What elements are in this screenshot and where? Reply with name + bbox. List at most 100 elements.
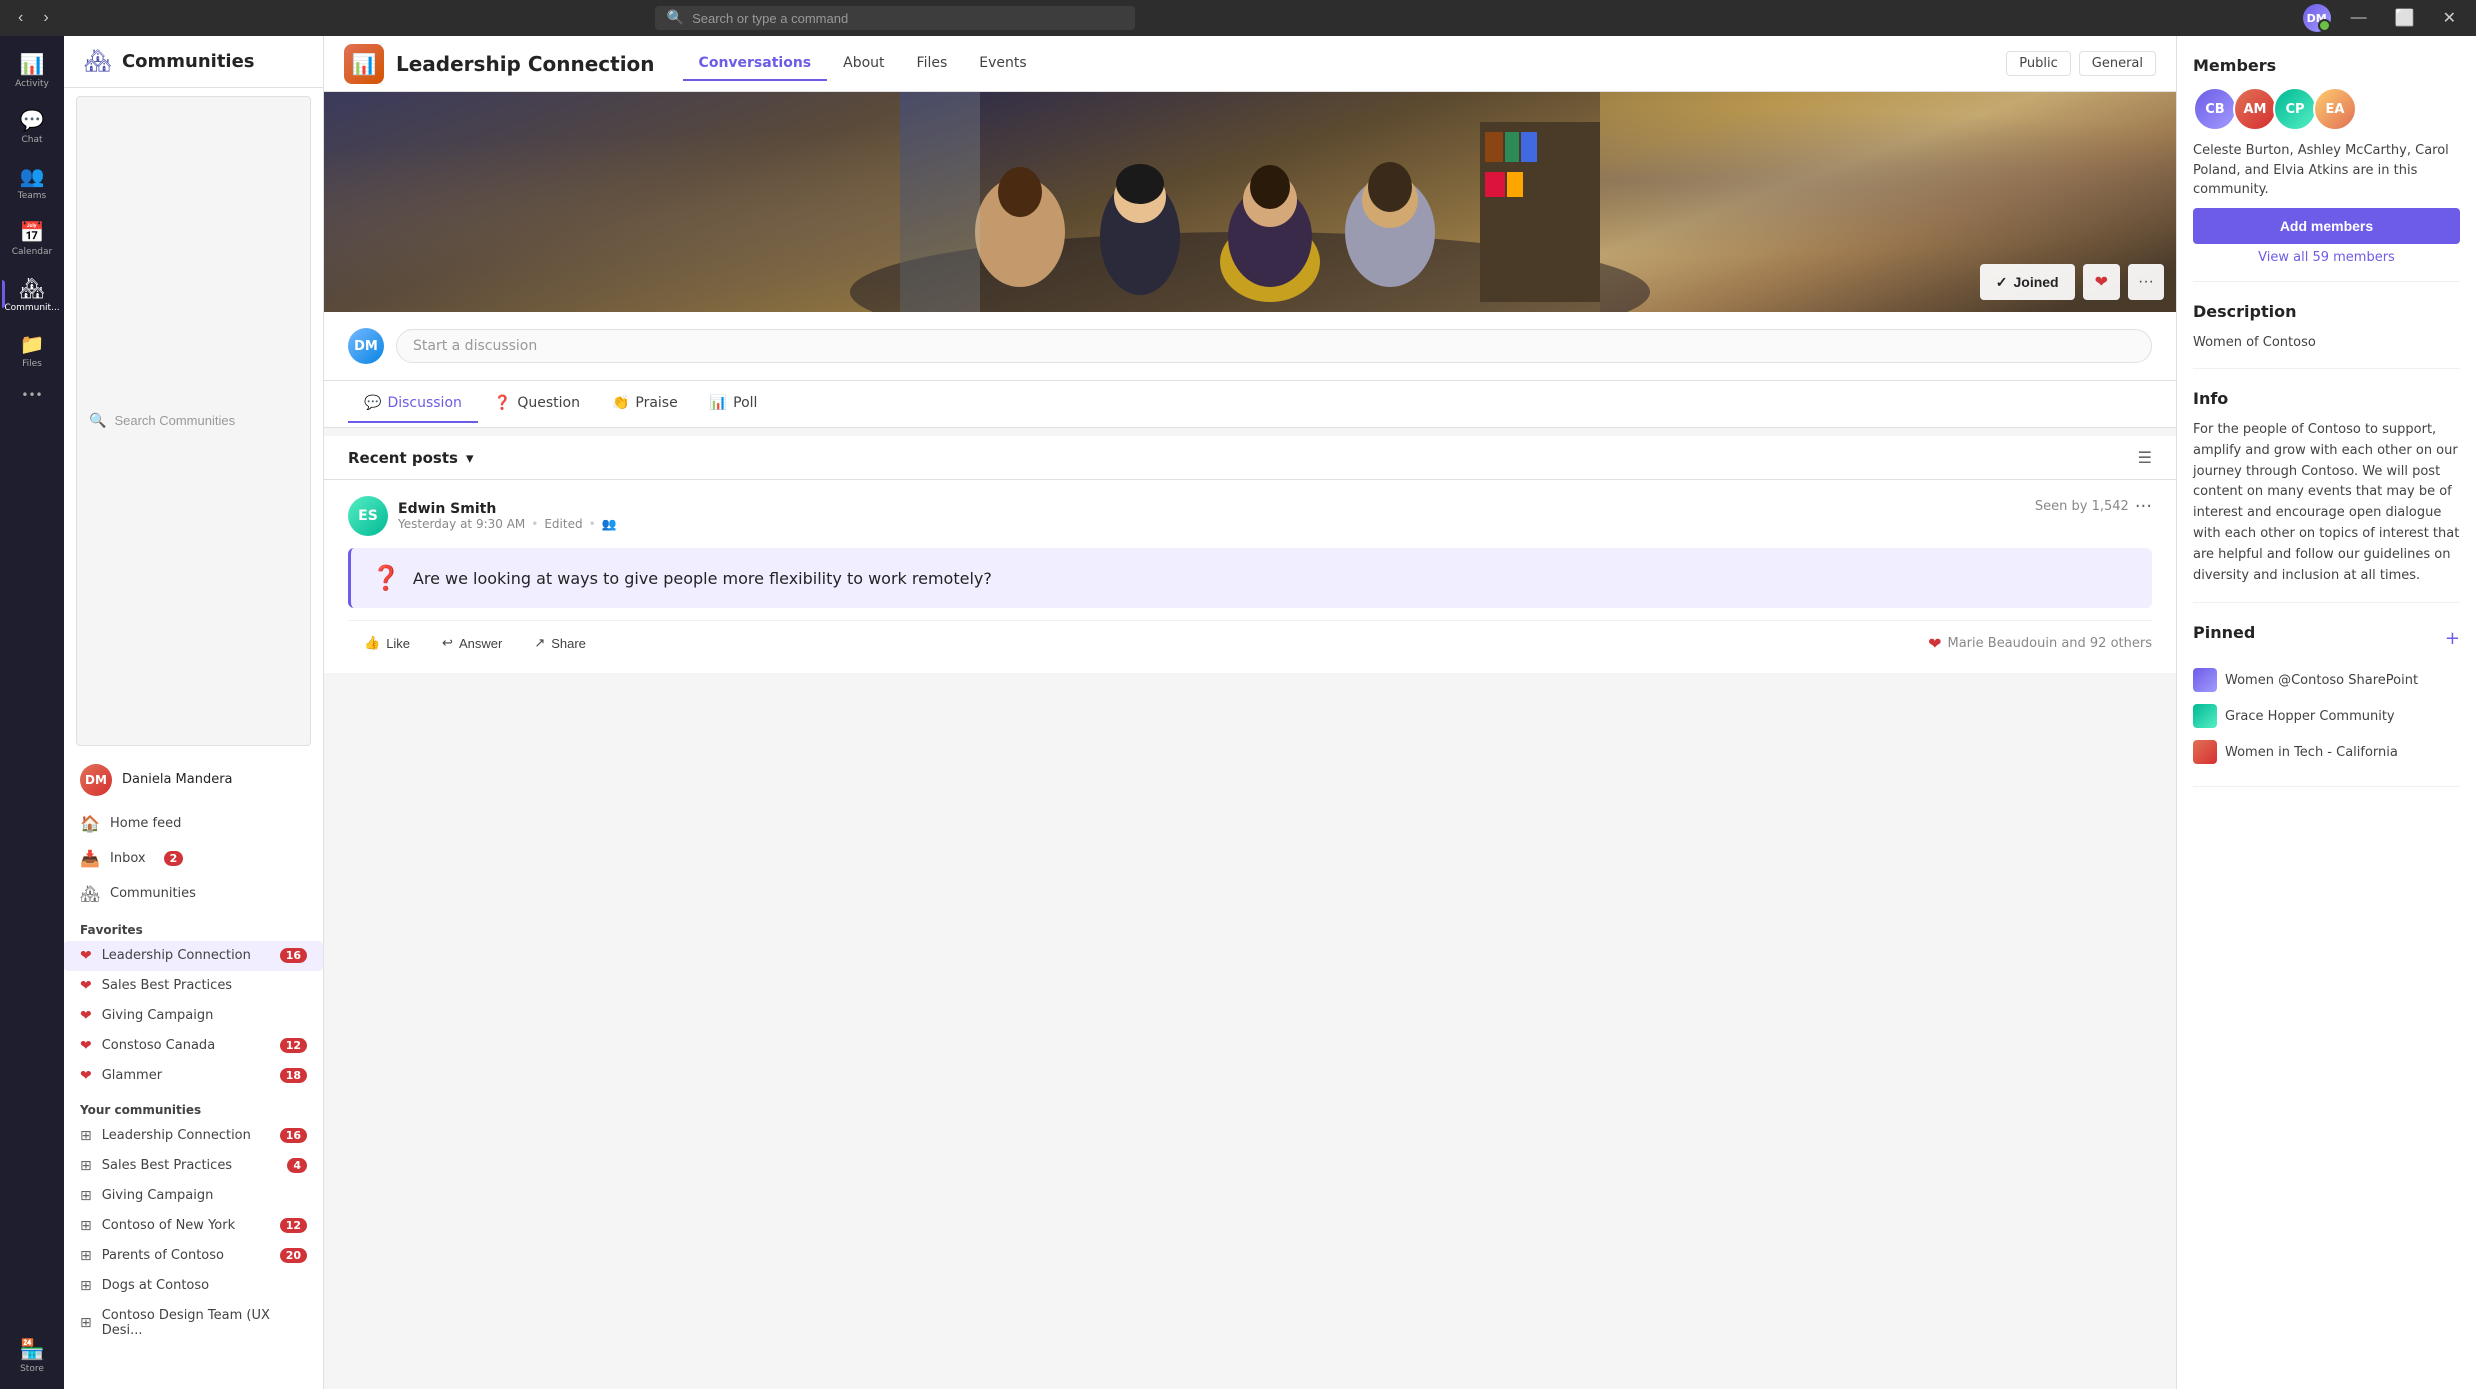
description-title: Description [2193,302,2460,321]
sidebar-favorite-constoso-canada[interactable]: ❤ Constoso Canada 12 [64,1031,323,1061]
answer-button[interactable]: ↩ Answer [426,629,518,657]
rail-item-calendar[interactable]: 📅 Calendar [6,212,58,264]
tab-events[interactable]: Events [963,47,1042,81]
community-grid-icon-6: ⊞ [80,1278,92,1294]
question-label: Question [517,395,580,411]
app-header: 🏘 Communities [64,36,323,88]
post-input-avatar: DM [348,328,384,364]
inbox-label: Inbox [110,851,146,866]
public-badge[interactable]: Public [2006,51,2070,76]
pinned-item-1[interactable]: Women @Contoso SharePoint [2193,662,2460,698]
sidebar-community-dogs[interactable]: ⊞ Dogs at Contoso [64,1271,323,1301]
tab-files[interactable]: Files [901,47,964,81]
joined-check-icon: ✓ [1996,274,2008,291]
sidebar-community-sales[interactable]: ⊞ Sales Best Practices 4 [64,1151,323,1181]
communities-nav-icon: 🏘 [80,884,100,903]
rail-item-chat[interactable]: 💬 Chat [6,100,58,152]
sidebar-favorite-giving-campaign[interactable]: ❤ Giving Campaign [64,1001,323,1031]
post-tab-poll[interactable]: 📊 Poll [694,385,774,423]
communities-search-input[interactable] [114,413,298,428]
post-input-area: DM Start a discussion [324,312,2176,381]
close-button[interactable]: ✕ [2435,6,2464,30]
fav-badge-1: 16 [280,948,307,963]
sidebar-nav-inbox[interactable]: 📥 Inbox 2 [64,841,323,876]
rail-item-files[interactable]: 📁 Files [6,324,58,376]
sidebar-favorite-leadership-connection[interactable]: ❤ Leadership Connection 16 [64,941,323,971]
separator-1: • [531,517,538,531]
rail-item-more[interactable]: ••• [13,380,50,410]
sidebar-community-leadership[interactable]: ⊞ Leadership Connection 16 [64,1121,323,1151]
sidebar-nav-home-feed[interactable]: 🏠 Home feed [64,806,323,841]
forward-button[interactable]: › [37,7,54,29]
right-sidebar: Members CB AM CP EA Celeste Burton, Ashl… [2176,36,2476,1389]
post-card: ES Edwin Smith Yesterday at 9:30 AM • Ed… [324,480,2176,673]
sidebar-nav-communities[interactable]: 🏘 Communities [64,876,323,911]
post-more-options-button[interactable]: ··· [2135,496,2152,517]
recent-posts-label: Recent posts [348,449,458,467]
rail-item-store[interactable]: 🏪 Store [6,1329,58,1381]
tab-about[interactable]: About [827,47,900,81]
tab-conversations[interactable]: Conversations [683,47,828,81]
recent-posts-dropdown[interactable]: Recent posts ▾ [348,449,473,467]
community-badge-2: 4 [287,1158,307,1173]
sidebar-favorite-glammer[interactable]: ❤ Glammer 18 [64,1061,323,1091]
sidebar-community-new-york[interactable]: ⊞ Contoso of New York 12 [64,1211,323,1241]
minimize-button[interactable]: — [2343,7,2375,29]
post-tab-praise[interactable]: 👏 Praise [596,385,694,423]
like-community-button[interactable]: ❤ [2083,264,2120,300]
community-label-4: Contoso of New York [102,1218,235,1233]
pinned-section: Pinned + Women @Contoso SharePoint Grace… [2193,623,2460,787]
sidebar-scroll: DM Daniela Mandera 🏠 Home feed 📥 Inbox 2… [64,754,323,1389]
share-label: Share [551,636,586,651]
rail-item-teams[interactable]: 👥 Teams [6,156,58,208]
like-button[interactable]: 👍 Like [348,629,426,657]
titlebar-search[interactable]: 🔍 [655,6,1135,30]
sidebar-user[interactable]: DM Daniela Mandera [64,754,323,806]
activity-icon: 📊 [20,52,45,76]
post-question-emoji: ❓ [371,564,401,592]
rail-item-activity[interactable]: 📊 Activity [6,44,58,96]
user-avatar-titlebar[interactable]: DM [2303,4,2331,32]
member-avatar-1: CB [2193,87,2237,131]
share-button[interactable]: ↗ Share [518,629,602,657]
maximize-button[interactable]: ⬜ [2387,6,2423,30]
back-button[interactable]: ‹ [12,7,29,29]
post-author-info: Edwin Smith Yesterday at 9:30 AM • Edite… [398,501,617,531]
rail-label-communities: Communit... [4,303,59,313]
joined-button[interactable]: ✓ Joined [1980,264,2075,300]
titlebar-search-input[interactable] [692,11,1123,26]
pinned-add-icon[interactable]: + [2445,628,2460,649]
sidebar-community-giving[interactable]: ⊞ Giving Campaign [64,1181,323,1211]
rail-label-chat: Chat [21,135,42,145]
general-badge[interactable]: General [2079,51,2156,76]
filter-icon[interactable]: ☰ [2138,448,2152,467]
answer-icon: ↩ [442,635,453,651]
post-tab-question[interactable]: ❓ Question [478,385,596,423]
members-section: Members CB AM CP EA Celeste Burton, Ashl… [2193,56,2460,282]
fav-badge-5: 18 [280,1068,307,1083]
files-icon: 📁 [20,332,45,356]
sidebar-community-design-team[interactable]: ⊞ Contoso Design Team (UX Desi... [64,1301,323,1345]
sidebar-community-parents[interactable]: ⊞ Parents of Contoso 20 [64,1241,323,1271]
pinned-item-2[interactable]: Grace Hopper Community [2193,698,2460,734]
sidebar-favorite-sales-best-practices[interactable]: ❤ Sales Best Practices [64,971,323,1001]
titlebar-right: DM — ⬜ ✕ [2303,4,2464,32]
app-layout: 📊 Activity 💬 Chat 👥 Teams 📅 Calendar 🏘 C… [0,36,2476,1389]
post-tab-discussion[interactable]: 💬 Discussion [348,385,478,423]
hero-wrapper: ✓ Joined ❤ ··· [324,92,2176,312]
rail-item-communities[interactable]: 🏘 Communit... [6,268,58,320]
members-avatars: CB AM CP EA [2193,87,2460,131]
communities-search[interactable]: 🔍 [76,96,311,746]
add-members-button[interactable]: Add members [2193,208,2460,244]
pinned-item-3[interactable]: Women in Tech - California [2193,734,2460,770]
community-grid-icon-5: ⊞ [80,1248,92,1264]
hero-image [324,92,2176,312]
pinned-comm-icon-2 [2193,704,2217,728]
community-badge-5: 20 [280,1248,307,1263]
member-avatar-2: AM [2233,87,2277,131]
post-input-box[interactable]: Start a discussion [396,329,2152,363]
view-all-members-link[interactable]: View all 59 members [2193,250,2460,265]
members-title: Members [2193,56,2460,75]
description-text: Women of Contoso [2193,333,2460,353]
more-options-button[interactable]: ··· [2128,264,2164,300]
